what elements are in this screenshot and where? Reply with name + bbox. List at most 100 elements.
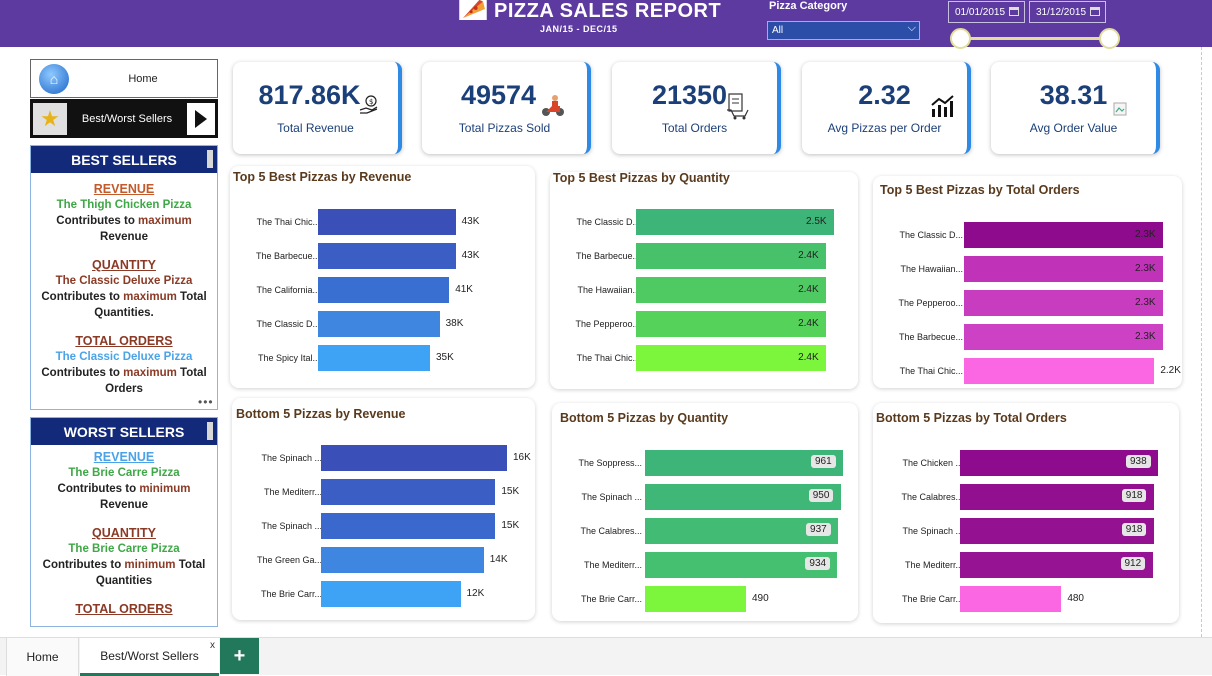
bar-category-label: The Soppress... (578, 458, 642, 468)
worst-quantity-pizza: The Brie Carre Pizza (68, 543, 180, 555)
bar[interactable] (318, 311, 440, 337)
page-tabs-bar: Home Best/Worst Sellers x + (0, 637, 1212, 676)
report-subtitle: JAN/15 - DEC/15 (540, 24, 618, 34)
end-date-input[interactable]: 31/12/2015 (1029, 1, 1106, 23)
bar-row[interactable]: The Calabres... 937 (552, 518, 858, 544)
bar-row[interactable]: The Chicken ... 938 (873, 450, 1179, 476)
bar-row[interactable]: The Thai Chic... 43K (230, 209, 535, 235)
bar-category-label: The Calabres... (580, 526, 642, 536)
bar-row[interactable]: The Brie Carr... 490 (552, 586, 858, 612)
add-page-button[interactable]: + (220, 638, 259, 674)
panel-scrollbar[interactable] (207, 422, 213, 440)
bar[interactable] (318, 277, 450, 303)
bar-row[interactable]: The Classic D... 2.3K (873, 222, 1182, 248)
best-orders-pizza: The Classic Deluxe Pizza (55, 351, 193, 363)
best-sellers-panel: BEST SELLERS REVENUE The Thigh Chicken P… (30, 145, 218, 410)
start-date-input[interactable]: 01/01/2015 (948, 1, 1025, 23)
calendar-icon[interactable] (1009, 7, 1019, 16)
bar-row[interactable]: The Mediterr... 912 (873, 552, 1179, 578)
bar-row[interactable]: The Mediterr... 15K (232, 479, 535, 505)
bar-category-label: The Spinach ... (581, 492, 642, 502)
bar[interactable] (321, 513, 496, 539)
best-sellers-body: REVENUE The Thigh Chicken Pizza Contribu… (31, 173, 217, 397)
bar-value-label: 2.3K (1135, 229, 1156, 240)
bar-row[interactable]: The Hawaiian... 2.3K (873, 256, 1182, 282)
bar-row[interactable]: The Spinach ... 15K (232, 513, 535, 539)
worst-orders-title: TOTAL ORDERS (75, 602, 173, 616)
bar-row[interactable]: The Spinach ... 16K (232, 445, 535, 471)
tab-home[interactable]: Home (6, 638, 79, 676)
bar-category-label: The Chicken ... (902, 458, 963, 468)
bar-row[interactable]: The Soppress... 961 (552, 450, 858, 476)
bar-row[interactable]: The Spicy Ital... 35K (230, 345, 535, 371)
bar-row[interactable]: The Thai Chic... 2.4K (550, 345, 858, 371)
bar-row[interactable]: The Classic D... 2.5K (550, 209, 858, 235)
home-nav-button[interactable]: ⌂ Home (30, 59, 218, 98)
bar-row[interactable]: The Classic D... 38K (230, 311, 535, 337)
money-hand-icon: $ (359, 95, 378, 114)
play-arrow-icon (187, 102, 215, 135)
worst-quantity-text: Contributes to (42, 559, 125, 571)
bar-value-label: 35K (436, 352, 454, 363)
best-orders-text: Contributes to (41, 367, 124, 379)
best-sellers-heading-text: BEST SELLERS (71, 151, 177, 168)
bar-category-label: The Thai Chic... (256, 217, 320, 227)
bar-value-label: 12K (466, 588, 485, 599)
panel-scrollbar[interactable] (207, 150, 213, 168)
bar-row[interactable]: The Green Ga... 14K (232, 547, 535, 573)
best-revenue-text: Contributes to (56, 215, 139, 227)
bar[interactable] (964, 290, 1163, 316)
best-quantity-title: QUANTITY (92, 258, 156, 272)
bar-row[interactable]: The Pepperoo... 2.3K (873, 290, 1182, 316)
bar[interactable] (964, 358, 1155, 384)
bar-value-label: 41K (455, 284, 473, 295)
bar-value-label: 2.3K (1135, 331, 1156, 342)
bar[interactable] (645, 586, 746, 612)
home-nav-label: Home (128, 72, 158, 85)
bar-row[interactable]: The Brie Carr... 480 (873, 586, 1179, 612)
bar-row[interactable]: The Barbecue... 2.3K (873, 324, 1182, 350)
close-tab-icon[interactable]: x (210, 640, 215, 651)
growth-chart-icon (931, 95, 954, 117)
bar-row[interactable]: The Mediterr... 934 (552, 552, 858, 578)
report-title: PIZZA SALES REPORT (494, 0, 722, 22)
chart-card-bottom-orders: Bottom 5 Pizzas by Total Orders The Chic… (873, 403, 1179, 623)
chart-card-bottom-revenue: Bottom 5 Pizzas by Revenue The Spinach .… (232, 398, 535, 620)
bar[interactable] (964, 222, 1163, 248)
bar-row[interactable]: The Brie Carr... 12K (232, 581, 535, 607)
bar-value-label: 2.3K (1135, 263, 1156, 274)
date-slider-end-handle[interactable] (1099, 28, 1120, 49)
calendar-icon[interactable] (1090, 7, 1100, 16)
bar[interactable] (636, 209, 834, 235)
date-range-slider-track[interactable] (960, 37, 1110, 40)
category-filter-select[interactable]: All ⌵ (767, 21, 920, 40)
bar[interactable] (964, 256, 1163, 282)
bar[interactable] (321, 445, 507, 471)
bar-row[interactable]: The Barbecue... 2.4K (550, 243, 858, 269)
category-filter-label: Pizza Category (769, 0, 848, 12)
date-slider-start-handle[interactable] (950, 28, 971, 49)
bar-row[interactable]: The Hawaiian... 2.4K (550, 277, 858, 303)
bar[interactable] (960, 586, 1062, 612)
bar-row[interactable]: The Pepperoo... 2.4K (550, 311, 858, 337)
bar-category-label: The Spicy Ital... (257, 353, 320, 363)
bar-value-label: 14K (489, 554, 508, 565)
bar-row[interactable]: The Barbecue... 43K (230, 243, 535, 269)
bar[interactable] (318, 345, 430, 371)
bar[interactable] (318, 243, 456, 269)
bar-category-label: The Classic D... (256, 319, 320, 329)
best-worst-nav-button[interactable]: ★ Best/Worst Sellers (30, 99, 218, 138)
bar-row[interactable]: The Calabres... 918 (873, 484, 1179, 510)
bar[interactable] (318, 209, 456, 235)
bar-row[interactable]: The Spinach ... 918 (873, 518, 1179, 544)
bar-row[interactable]: The California... 41K (230, 277, 535, 303)
more-options-icon[interactable]: ••• (198, 395, 214, 409)
tab-best-worst-sellers[interactable]: Best/Worst Sellers x (80, 638, 219, 676)
bar-row[interactable]: The Thai Chic... 2.2K (873, 358, 1182, 384)
bar-row[interactable]: The Spinach ... 950 (552, 484, 858, 510)
bar[interactable] (321, 581, 461, 607)
bar[interactable] (964, 324, 1163, 350)
worst-revenue-line1: Contributes to minimum (37, 481, 211, 497)
bar[interactable] (321, 547, 484, 573)
bar[interactable] (321, 479, 496, 505)
